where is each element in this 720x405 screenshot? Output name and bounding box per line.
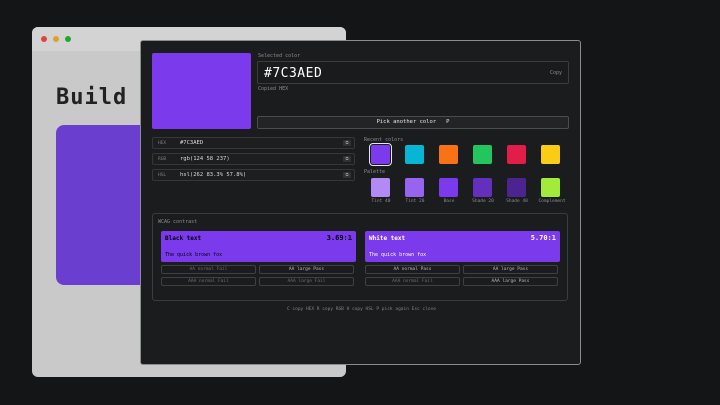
wcag-contrast-section: WCAG contrast Black text 3.69:1 The quic… (152, 213, 568, 301)
palette-swatch-label: Tint 20 (405, 199, 425, 204)
aaa-large-badge: AAA large Pass (463, 277, 558, 286)
card-title: Black text (165, 235, 202, 242)
rgb-field[interactable]: RGB rgb(124 58 237) ⧉ (152, 153, 355, 165)
recent-color-swatch[interactable] (369, 143, 392, 166)
selected-color-swatch (152, 53, 251, 129)
pick-button-label: Pick another color (376, 119, 437, 125)
hex-value: #7C3AED (264, 66, 323, 81)
recent-color-swatch[interactable] (405, 145, 424, 164)
close-dot-icon[interactable] (41, 36, 47, 42)
wcag-title: WCAG contrast (158, 219, 198, 225)
palette-swatch[interactable] (507, 178, 526, 197)
copy-icon[interactable]: ⧉ (343, 140, 351, 146)
field-key: HSL (158, 173, 167, 178)
black-text-card: Black text 3.69:1 The quick brown fox (161, 231, 356, 262)
field-value: #7C3AED (180, 140, 204, 146)
palette-swatch-label: Shade 20 (472, 199, 494, 204)
contrast-ratio: 5.70:1 (530, 234, 556, 242)
aa-large-badge: AA large Pass (463, 265, 558, 274)
recent-color-swatch[interactable] (541, 145, 560, 164)
recent-color-swatch[interactable] (439, 145, 458, 164)
hex-display[interactable]: #7C3AED Copy (257, 61, 569, 84)
selected-color-label: Selected color (258, 53, 301, 59)
palette-swatch-label: Complement (538, 199, 566, 204)
aa-normal-badge: AA normal Fail (161, 265, 256, 274)
palette-swatch[interactable] (405, 178, 424, 197)
maximize-dot-icon[interactable] (65, 36, 71, 42)
palette-swatch-label: Shade 40 (506, 199, 528, 204)
minimize-dot-icon[interactable] (53, 36, 59, 42)
palette-swatch-label: Tint 40 (371, 199, 391, 204)
palette-label: Palette (364, 169, 386, 175)
keyboard-hints: C copy HEX R copy RGB H copy HSL P pick … (286, 307, 436, 312)
background-page-title: Build (56, 85, 128, 110)
recent-color-swatch[interactable] (473, 145, 492, 164)
palette-swatch-label: Base (443, 199, 455, 204)
pick-another-color-button[interactable]: Pick another color P (257, 116, 569, 129)
recent-color-swatch[interactable] (507, 145, 526, 164)
aa-normal-badge: AA normal Pass (365, 265, 460, 274)
color-picker-panel: Selected color #7C3AED Copy Copied HEX P… (140, 40, 581, 365)
hex-field[interactable]: HEX #7C3AED ⧉ (152, 137, 355, 149)
palette-swatch[interactable] (473, 178, 492, 197)
field-value: rgb(124 58 237) (180, 156, 230, 162)
pick-shortcut: P (446, 119, 450, 125)
copy-icon[interactable]: ⧉ (343, 156, 351, 162)
copied-status: Copied HEX (258, 86, 289, 92)
palette-swatch[interactable] (371, 178, 390, 197)
white-text-card: White text 5.70:1 The quick brown fox (365, 231, 560, 262)
palette-swatch[interactable] (439, 178, 458, 197)
aaa-large-badge: AAA large Fail (259, 277, 354, 286)
card-title: White text (369, 235, 406, 242)
sample-text: The quick brown fox (165, 252, 223, 258)
sample-text: The quick brown fox (369, 252, 427, 258)
field-key: RGB (158, 157, 167, 162)
copy-icon[interactable]: ⧉ (343, 172, 351, 178)
hsl-field[interactable]: HSL hsl(262 83.3% 57.8%) ⧉ (152, 169, 355, 181)
field-value: hsl(262 83.3% 57.8%) (180, 172, 247, 178)
copy-button[interactable]: Copy (550, 70, 562, 76)
aa-large-badge: AA large Pass (259, 265, 354, 274)
aaa-normal-badge: AAA normal Fail (365, 277, 460, 286)
palette-swatch[interactable] (541, 178, 560, 197)
recent-colors-label: Recent colors (364, 137, 404, 143)
contrast-ratio: 3.69:1 (326, 234, 352, 242)
aaa-normal-badge: AAA normal Fail (161, 277, 256, 286)
field-key: HEX (158, 141, 167, 146)
